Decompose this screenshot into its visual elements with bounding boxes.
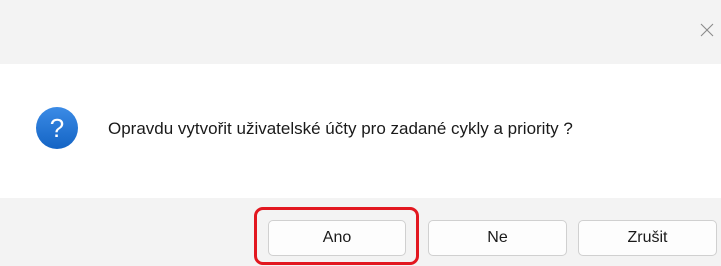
yes-button[interactable]: Ano: [268, 220, 406, 256]
confirmation-dialog: ? Opravdu vytvořit uživatelské účty pro …: [0, 0, 721, 266]
no-button[interactable]: Ne: [428, 220, 567, 256]
dialog-message: Opravdu vytvořit uživatelské účty pro za…: [108, 119, 573, 138]
close-button[interactable]: [691, 10, 721, 52]
title-bar: [0, 0, 721, 64]
dialog-content: ? Opravdu vytvořit uživatelské účty pro …: [0, 64, 721, 198]
question-icon: ?: [36, 107, 78, 149]
close-icon: [700, 23, 714, 37]
cancel-button[interactable]: Zrušit: [578, 220, 717, 256]
button-bar: Ano Ne Zrušit: [0, 198, 721, 266]
svg-text:?: ?: [50, 113, 64, 143]
